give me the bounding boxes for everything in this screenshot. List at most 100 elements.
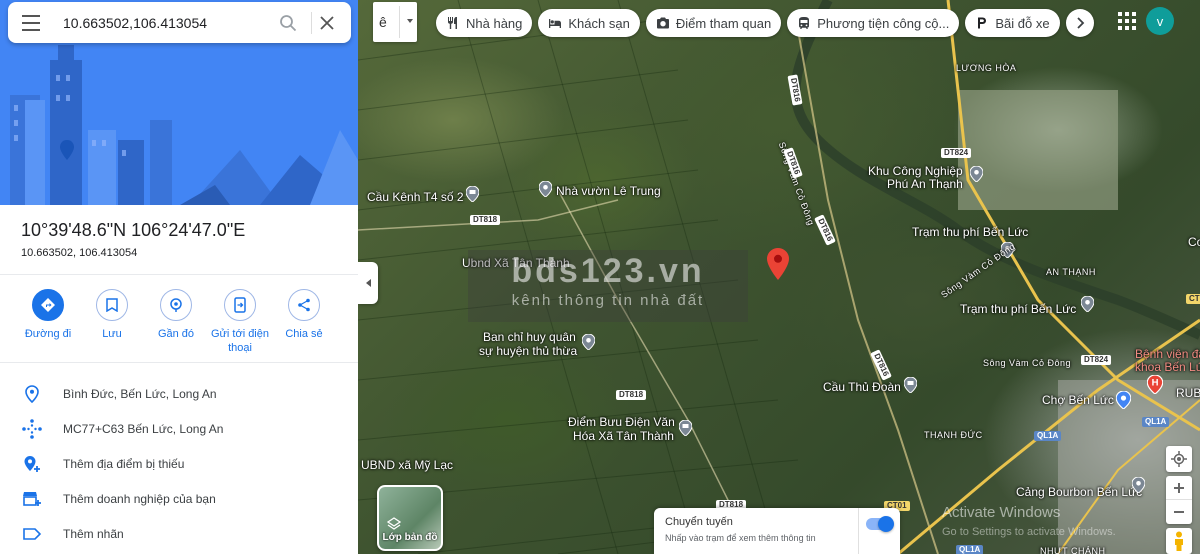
map-label-cau-thu-doan[interactable]: Cầu Thủ Đoàn: [823, 380, 901, 395]
add-label-text: Thêm nhãn: [63, 526, 124, 541]
menu-icon[interactable]: [22, 15, 40, 36]
language-select[interactable]: ê: [373, 2, 417, 42]
language-value: ê: [379, 14, 387, 30]
road-badge: CT01: [1186, 294, 1200, 304]
camera-icon: [656, 17, 669, 29]
place-title: 10°39'48.6"N 106°24'47.0"E: [21, 220, 246, 240]
action-label: Đường đi: [24, 328, 72, 340]
send-to-phone-button[interactable]: Gửi tới điện thoại: [208, 289, 272, 355]
account-avatar[interactable]: v: [1146, 7, 1174, 35]
apps-grid-icon[interactable]: [1118, 12, 1136, 30]
plus-code-icon: [21, 418, 42, 439]
place-panel: 10.663502,106.413054 10°39'48.6"N 106°24…: [0, 0, 358, 554]
zoom-out-button[interactable]: [1166, 500, 1192, 524]
road-badge: DT824: [1081, 355, 1112, 365]
bridge-pin-icon[interactable]: [466, 186, 479, 202]
plus-icon: [1174, 482, 1184, 493]
plus-code-row[interactable]: MC77+C63 Bến Lức, Long An: [0, 411, 358, 446]
chevron-down-icon: [407, 19, 413, 23]
address-row[interactable]: Bình Đức, Bến Lức, Long An: [0, 376, 358, 411]
map-label-rub[interactable]: RUB: [1176, 386, 1200, 401]
zoom-in-button[interactable]: [1166, 476, 1192, 500]
road-badge: QL1A: [1142, 417, 1170, 427]
chip-parking[interactable]: Bãi đỗ xe: [965, 9, 1060, 37]
address-text: Bình Đức, Bến Lức, Long An: [63, 386, 217, 401]
nearby-button[interactable]: Gần đó: [144, 289, 208, 355]
chip-label: Khách sạn: [568, 15, 630, 31]
parking-icon: [978, 17, 987, 29]
close-icon[interactable]: [320, 16, 334, 30]
map-label-cau-kenh[interactable]: Cầu Kênh T4 số 2: [367, 190, 464, 205]
post-office-pin-icon[interactable]: [679, 420, 692, 436]
restaurant-icon: [448, 17, 457, 29]
map-label-buu-dien[interactable]: Điểm Bưu Điện Văn: [568, 415, 675, 430]
action-label: Gần đó: [157, 328, 195, 340]
crosshair-icon: [1171, 451, 1187, 467]
map-label-kcn2[interactable]: Phú An Thạnh: [887, 177, 963, 192]
category-chips: Nhà hàng Khách sạn Điểm tham quan Phương…: [436, 9, 1094, 37]
add-missing-place-row[interactable]: Thêm địa điểm bị thiếu: [0, 446, 358, 481]
send-to-phone-icon: [234, 297, 246, 313]
map-label-cang-bourbon[interactable]: Cảng Bourbon Bến Lức: [1016, 485, 1142, 500]
add-business-text: Thêm doanh nghiệp của bạn: [63, 491, 216, 506]
add-business-row[interactable]: Thêm doanh nghiệp của bạn: [0, 481, 358, 516]
collapse-panel-button[interactable]: [358, 262, 378, 304]
map-label-river-3: Sông Vàm Cỏ Đông: [983, 358, 1072, 368]
search-input[interactable]: 10.663502,106.413054: [63, 15, 207, 31]
map-label-nha-vuon[interactable]: Nhà vườn Lê Trung: [556, 184, 661, 199]
hotel-icon: [549, 19, 562, 28]
toll-pin-icon[interactable]: [1081, 296, 1094, 312]
road-badge: QL1A: [956, 545, 984, 554]
layers-label: Lớp bản đồ: [382, 532, 438, 543]
map-canvas[interactable]: LƯƠNG HÒA Khu Công Nghiệp Phú An Thạnh C…: [358, 0, 1200, 554]
chip-restaurants[interactable]: Nhà hàng: [436, 9, 533, 37]
transit-toggle[interactable]: [866, 516, 894, 532]
bookmark-icon: [106, 298, 118, 312]
road-badge: QL1A: [1034, 431, 1062, 441]
nearby-icon: [170, 298, 182, 312]
activate-windows-title: Activate Windows: [942, 504, 1061, 521]
map-label-nhut-chanh: NHỰT CHÁNH: [1040, 546, 1106, 554]
road-badge: DT824: [941, 148, 972, 158]
my-location-button[interactable]: [1166, 446, 1192, 472]
dropped-pin-icon[interactable]: [767, 248, 789, 280]
road-badge: DT818: [470, 215, 501, 225]
search-icon[interactable]: [279, 14, 297, 32]
street-view-pegman[interactable]: [1166, 528, 1192, 554]
layers-button[interactable]: Lớp bản đồ: [377, 485, 443, 551]
directions-button[interactable]: Đường đi: [16, 289, 80, 355]
hospital-pin-icon[interactable]: H: [1147, 375, 1163, 394]
location-pin-icon: [24, 384, 39, 403]
garden-pin-icon[interactable]: [539, 181, 552, 197]
map-label-tram1[interactable]: Trạm thu phí Bến Lức: [912, 225, 1028, 240]
train-icon: [799, 17, 810, 29]
map-label-thanh-duc: THẠNH ĐỨC: [924, 430, 983, 440]
map-label-an-thanh: AN THẠNH: [1046, 267, 1096, 277]
chip-hotels[interactable]: Khách sạn: [538, 9, 640, 37]
map-label-edge: Co: [1188, 235, 1200, 249]
chips-next-button[interactable]: [1065, 9, 1094, 37]
port-pin-icon[interactable]: [1132, 477, 1145, 493]
transit-card: Chuyển tuyến Nhấp vào trạm để xem thêm t…: [654, 508, 900, 554]
share-button[interactable]: Chia sẻ: [272, 289, 336, 355]
market-pin-icon[interactable]: [1116, 391, 1131, 409]
map-label-buu-dien-2[interactable]: Hóa Xã Tân Thành: [573, 429, 674, 444]
office-pin-icon[interactable]: [582, 334, 595, 350]
chip-attractions[interactable]: Điểm tham quan: [645, 9, 782, 37]
map-label-ban-chi-huy[interactable]: Ban chỉ huy quân: [483, 330, 576, 345]
action-label: Chia sẻ: [285, 328, 323, 340]
place-decimal-coords[interactable]: 10.663502, 106.413054: [21, 247, 137, 259]
poi-pin-icon[interactable]: [970, 166, 983, 182]
map-label-ubnd-my-lac[interactable]: UBND xã Mỹ Lạc: [361, 458, 453, 473]
chip-transit[interactable]: Phương tiện công cộ...: [787, 9, 960, 37]
share-icon: [298, 298, 310, 312]
add-place-icon: [24, 455, 40, 472]
map-label-tram2[interactable]: Trạm thu phí Bến Lức: [960, 302, 1076, 317]
map-label-ban-chi-huy-2[interactable]: sự huyện thủ thừa: [479, 344, 577, 359]
map-label-cho-ben-luc[interactable]: Chợ Bến Lức: [1042, 393, 1114, 408]
map-label-hospital-2[interactable]: khoa Bến Lức: [1135, 360, 1200, 375]
transit-subtitle: Nhấp vào trạm để xem thêm thông tin: [665, 533, 816, 543]
add-label-row[interactable]: Thêm nhãn: [0, 516, 358, 551]
bridge-pin-icon[interactable]: [904, 377, 917, 393]
save-button[interactable]: Lưu: [80, 289, 144, 355]
